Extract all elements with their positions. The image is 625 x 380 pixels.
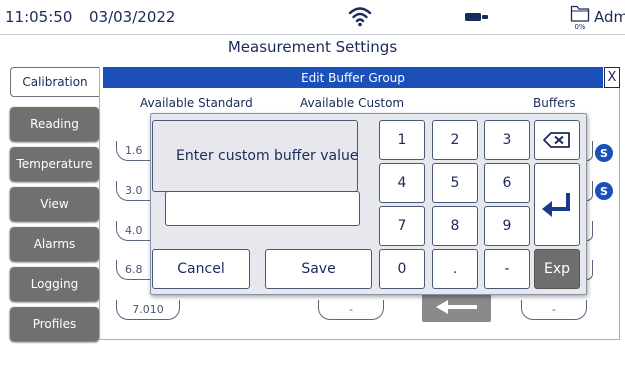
buffer-item[interactable] <box>587 260 593 280</box>
remove-buffer-button[interactable] <box>422 292 491 322</box>
tab-profiles[interactable]: Profiles <box>10 307 99 341</box>
tab-logging[interactable]: Logging <box>10 267 99 301</box>
tab-alarms[interactable]: Alarms <box>10 227 99 261</box>
status-date: 03/03/2022 <box>89 8 176 26</box>
cancel-button[interactable]: Cancel <box>152 249 250 289</box>
key-4[interactable]: 4 <box>379 163 425 203</box>
tab-view[interactable]: View <box>10 187 99 221</box>
standard-item[interactable]: 7.010 <box>116 300 180 320</box>
key-minus[interactable]: - <box>484 249 530 289</box>
panel-title: Edit Buffer Group <box>103 67 603 88</box>
key-5[interactable]: 5 <box>432 163 478 203</box>
enter-button[interactable] <box>534 163 580 246</box>
standard-item[interactable]: 4.0 <box>116 221 150 241</box>
key-0[interactable]: 0 <box>379 249 425 289</box>
column-standard-header: Available Standard <box>140 96 253 110</box>
prompt-text: Enter custom buffer value <box>176 148 359 164</box>
arrow-left-icon <box>436 300 477 314</box>
key-2[interactable]: 2 <box>432 120 478 160</box>
page-title: Measurement Settings <box>227 38 398 56</box>
key-8[interactable]: 8 <box>432 206 478 246</box>
standard-item[interactable]: 1.6 <box>116 141 150 161</box>
buffer-item[interactable] <box>587 181 593 201</box>
buffer-item[interactable]: - <box>521 300 587 320</box>
backspace-button[interactable] <box>534 120 580 160</box>
tab-calibration[interactable]: Calibration <box>10 67 99 97</box>
key-6[interactable]: 6 <box>484 163 530 203</box>
standard-badge: S <box>595 144 613 162</box>
custom-value-dialog: Enter custom buffer value Cancel Save 1 … <box>150 113 587 295</box>
probe-icon <box>465 13 488 21</box>
user-name[interactable]: Admir <box>594 8 625 26</box>
tab-reading[interactable]: Reading <box>10 107 99 141</box>
key-1[interactable]: 1 <box>379 120 425 160</box>
standard-item[interactable]: 3.0 <box>116 181 150 201</box>
enter-icon <box>542 192 570 217</box>
close-button[interactable]: X <box>604 67 620 88</box>
buffer-item[interactable] <box>587 141 593 161</box>
exp-button[interactable]: Exp <box>534 249 580 289</box>
key-decimal[interactable]: . <box>432 249 478 289</box>
column-buffers-header: Buffers <box>533 96 576 110</box>
storage-icon: 0% <box>570 3 590 33</box>
custom-item[interactable]: - <box>318 300 384 320</box>
buffer-value-input[interactable] <box>165 191 360 226</box>
buffer-item[interactable] <box>587 221 593 241</box>
key-9[interactable]: 9 <box>484 206 530 246</box>
column-custom-header: Available Custom <box>300 96 405 110</box>
backspace-icon <box>543 132 570 148</box>
standard-badge: S <box>595 182 613 200</box>
tab-temperature[interactable]: Temperature <box>10 147 99 181</box>
standard-item[interactable]: 6.8 <box>116 260 150 280</box>
key-7[interactable]: 7 <box>379 206 425 246</box>
status-bar: 11:05:50 03/03/2022 0% Admir <box>0 0 625 35</box>
save-button[interactable]: Save <box>265 249 372 289</box>
wifi-icon <box>348 7 372 27</box>
status-time: 11:05:50 <box>5 8 73 26</box>
storage-percent: 0% <box>574 23 586 31</box>
key-3[interactable]: 3 <box>484 120 530 160</box>
